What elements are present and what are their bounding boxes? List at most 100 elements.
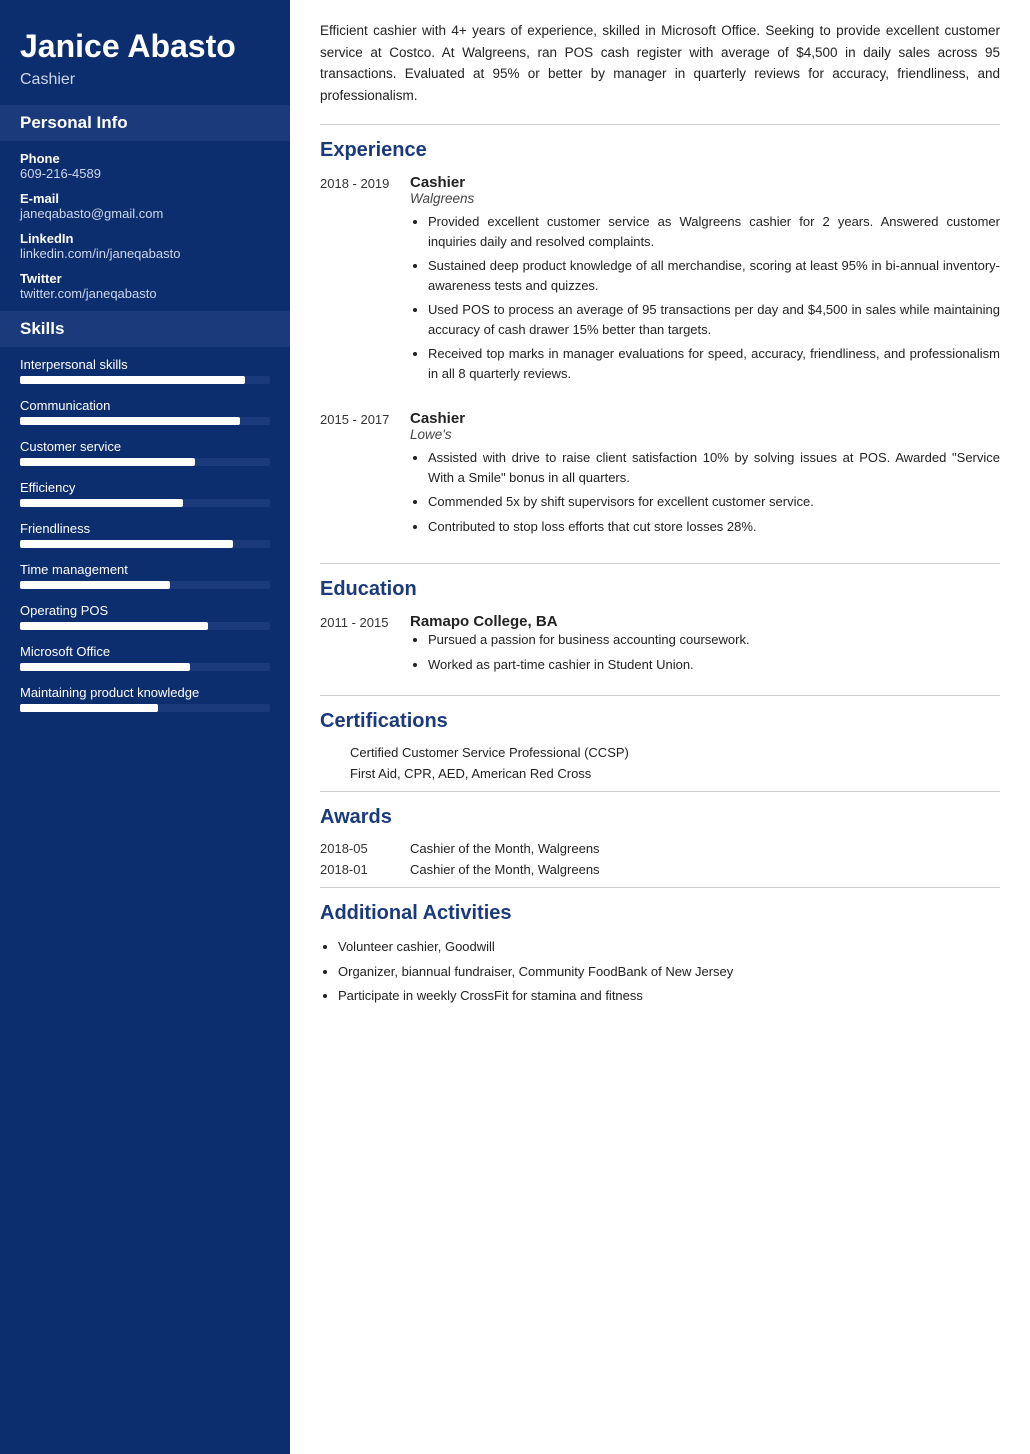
contact-label: LinkedIn	[20, 231, 270, 246]
skills-list: Interpersonal skills Communication Custo…	[0, 357, 290, 712]
skill-item: Microsoft Office	[20, 644, 270, 671]
contact-label: Phone	[20, 151, 270, 166]
contact-item: E-mail janeqabasto@gmail.com	[20, 191, 270, 221]
activity-item: Participate in weekly CrossFit for stami…	[338, 986, 1000, 1006]
skill-bar-fill	[20, 663, 190, 671]
activity-item: Volunteer cashier, Goodwill	[338, 937, 1000, 957]
entry-company: Walgreens	[410, 191, 1000, 206]
contact-item: Twitter twitter.com/janeqabasto	[20, 271, 270, 301]
skill-bar-bg	[20, 376, 270, 384]
entry-content: Cashier Lowe's Assisted with drive to ra…	[410, 410, 1000, 541]
skill-bar-bg	[20, 458, 270, 466]
contact-value: 609-216-4589	[20, 166, 270, 181]
entry-company: Lowe's	[410, 427, 1000, 442]
bullet-item: Pursued a passion for business accountin…	[428, 630, 1000, 650]
certification-item: Certified Customer Service Professional …	[350, 745, 1000, 760]
contact-value: janeqabasto@gmail.com	[20, 206, 270, 221]
skill-bar-bg	[20, 417, 270, 425]
candidate-title: Cashier	[20, 71, 270, 89]
skill-item: Operating POS	[20, 603, 270, 630]
contact-item: Phone 609-216-4589	[20, 151, 270, 181]
skill-bar-bg	[20, 581, 270, 589]
education-section-title: Education	[320, 578, 1000, 601]
skill-bar-fill	[20, 704, 158, 712]
education-container: 2011 - 2015 Ramapo College, BA Pursued a…	[320, 613, 1000, 679]
experience-entry: 2018 - 2019 Cashier Walgreens Provided e…	[320, 174, 1000, 388]
bullet-item: Worked as part-time cashier in Student U…	[428, 655, 1000, 675]
activities-list: Volunteer cashier, Goodwill Organizer, bi…	[320, 937, 1000, 1006]
bullet-item: Received top marks in manager evaluation…	[428, 344, 1000, 383]
entry-bullets: Provided excellent customer service as W…	[410, 212, 1000, 383]
activities-container: Volunteer cashier, Goodwill Organizer, bi…	[320, 937, 1000, 1006]
candidate-name: Janice Abasto	[20, 28, 270, 65]
experience-container: 2018 - 2019 Cashier Walgreens Provided e…	[320, 174, 1000, 541]
skill-item: Efficiency	[20, 480, 270, 507]
sidebar: Janice Abasto Cashier Personal Info Phon…	[0, 0, 290, 1454]
skill-bar-fill	[20, 622, 208, 630]
entry-date: 2011 - 2015	[320, 613, 410, 679]
awards-section-title: Awards	[320, 806, 1000, 829]
award-text: Cashier of the Month, Walgreens	[410, 841, 600, 856]
entry-date: 2015 - 2017	[320, 410, 410, 541]
skill-name: Customer service	[20, 439, 270, 454]
skill-item: Interpersonal skills	[20, 357, 270, 384]
entry-job-title: Cashier	[410, 410, 1000, 427]
award-entry: 2018-05 Cashier of the Month, Walgreens	[320, 841, 1000, 856]
bullet-item: Commended 5x by shift supervisors for ex…	[428, 492, 1000, 512]
bullet-item: Used POS to process an average of 95 tra…	[428, 300, 1000, 339]
summary-text: Efficient cashier with 4+ years of exper…	[320, 20, 1000, 106]
contact-label: E-mail	[20, 191, 270, 206]
skill-item: Maintaining product knowledge	[20, 685, 270, 712]
skill-bar-bg	[20, 663, 270, 671]
skill-bar-fill	[20, 581, 170, 589]
skills-section: Skills Interpersonal skills Communicatio…	[0, 311, 290, 712]
skill-bar-bg	[20, 704, 270, 712]
skill-bar-bg	[20, 540, 270, 548]
skill-name: Efficiency	[20, 480, 270, 495]
skill-name: Interpersonal skills	[20, 357, 270, 372]
entry-bullets: Pursued a passion for business accountin…	[410, 630, 1000, 674]
education-entry: 2011 - 2015 Ramapo College, BA Pursued a…	[320, 613, 1000, 679]
skill-bar-fill	[20, 376, 245, 384]
skill-bar-fill	[20, 417, 240, 425]
award-date: 2018-01	[320, 862, 410, 877]
entry-job-title: Ramapo College, BA	[410, 613, 1000, 630]
divider-education	[320, 563, 1000, 564]
experience-section-title: Experience	[320, 139, 1000, 162]
skills-header: Skills	[0, 311, 290, 347]
skill-item: Friendliness	[20, 521, 270, 548]
sidebar-header: Janice Abasto Cashier	[0, 0, 290, 105]
entry-content: Cashier Walgreens Provided excellent cus…	[410, 174, 1000, 388]
awards-container: 2018-05 Cashier of the Month, Walgreens2…	[320, 841, 1000, 877]
award-text: Cashier of the Month, Walgreens	[410, 862, 600, 877]
personal-info-header: Personal Info	[0, 105, 290, 141]
entry-job-title: Cashier	[410, 174, 1000, 191]
certifications-section-title: Certifications	[320, 710, 1000, 733]
skill-name: Microsoft Office	[20, 644, 270, 659]
skill-name: Friendliness	[20, 521, 270, 536]
divider-experience	[320, 124, 1000, 125]
skill-bar-bg	[20, 622, 270, 630]
award-date: 2018-05	[320, 841, 410, 856]
personal-info-section: Personal Info Phone 609-216-4589 E-mail j…	[0, 105, 290, 301]
certifications-container: Certified Customer Service Professional …	[320, 745, 1000, 781]
contact-label: Twitter	[20, 271, 270, 286]
skill-item: Customer service	[20, 439, 270, 466]
skill-bar-fill	[20, 458, 195, 466]
contact-value: linkedin.com/in/janeqabasto	[20, 246, 270, 261]
skill-bar-fill	[20, 499, 183, 507]
bullet-item: Provided excellent customer service as W…	[428, 212, 1000, 251]
divider-certifications	[320, 695, 1000, 696]
activities-section-title: Additional Activities	[320, 902, 1000, 925]
bullet-item: Sustained deep product knowledge of all …	[428, 256, 1000, 295]
skill-name: Communication	[20, 398, 270, 413]
certification-item: First Aid, CPR, AED, American Red Cross	[350, 766, 1000, 781]
bullet-item: Assisted with drive to raise client sati…	[428, 448, 1000, 487]
skill-name: Operating POS	[20, 603, 270, 618]
entry-bullets: Assisted with drive to raise client sati…	[410, 448, 1000, 536]
main-content: Efficient cashier with 4+ years of exper…	[290, 0, 1030, 1454]
activity-item: Organizer, biannual fundraiser, Communit…	[338, 962, 1000, 982]
skill-name: Maintaining product knowledge	[20, 685, 270, 700]
skill-name: Time management	[20, 562, 270, 577]
skill-item: Time management	[20, 562, 270, 589]
